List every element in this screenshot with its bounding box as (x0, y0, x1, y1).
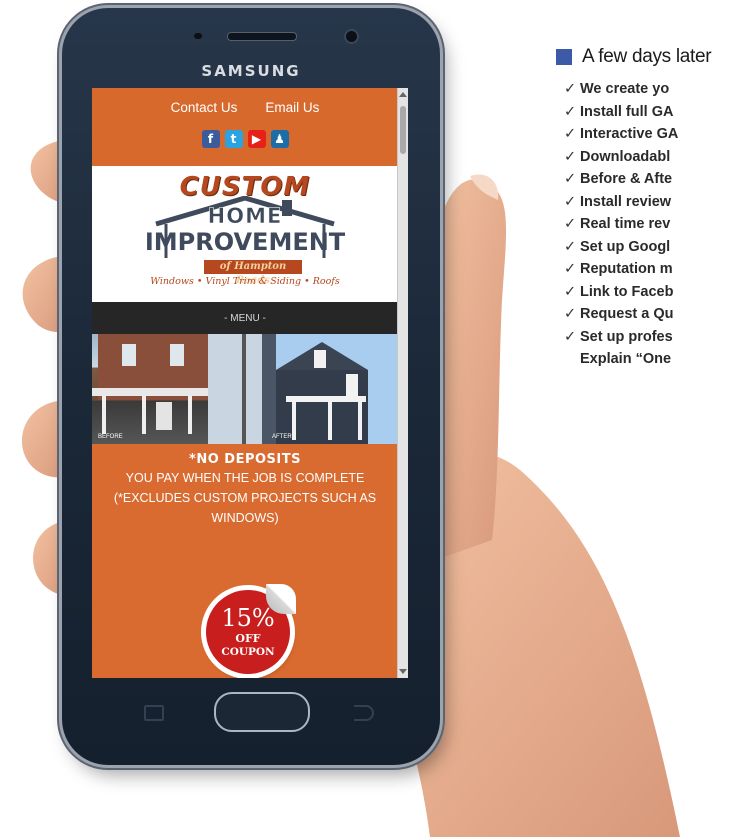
logo-hampton-text: of Hampton Roads (204, 260, 302, 286)
list-item: ✓ Downloadabl (564, 146, 742, 169)
checkmark-icon: ✓ (564, 193, 577, 210)
list-item: ✓ Real time rev (564, 213, 742, 236)
checkmark-icon: ✓ (564, 328, 577, 345)
contact-links: Contact Us Email Us (92, 100, 398, 115)
menu-toggle[interactable]: - MENU - (92, 302, 398, 334)
checkmark-icon: ✓ (564, 81, 577, 97)
email-us-link[interactable]: Email Us (265, 100, 319, 115)
phone-screen: Contact Us Email Us f t ▶ ♟ CUSTOM HOME … (92, 88, 408, 678)
list-item: ✓ Reputation m (564, 258, 742, 281)
checkmark-icon: ✓ (564, 171, 577, 187)
list-item: ✓ Set up Googl (564, 236, 742, 259)
promo-title: *NO DEPOSITS (189, 452, 301, 467)
bbb-icon[interactable]: ♟ (270, 130, 289, 148)
section-title: A few days later (582, 46, 712, 67)
scroll-thumb[interactable] (400, 106, 406, 154)
twitter-icon[interactable]: t (224, 130, 243, 148)
site-logo[interactable]: CUSTOM HOME IMPROVEMENT of Hampton Roads… (92, 166, 398, 302)
promo-line-2: (*EXCLUDES CUSTOM PROJECTS SUCH AS (113, 491, 377, 505)
speaker-grille (227, 32, 297, 41)
site-header: Contact Us Email Us f t ▶ ♟ (92, 88, 398, 166)
feature-list-panel: A few days later ✓ We create yo ✓ Install … (556, 46, 742, 371)
after-label: AFTER (272, 434, 292, 440)
home-button[interactable] (214, 692, 310, 732)
logo-home-text: HOME (207, 204, 283, 229)
youtube-icon[interactable]: ▶ (247, 130, 266, 148)
checkmark-icon: ✓ (564, 283, 577, 300)
facebook-icon[interactable]: f (201, 130, 220, 148)
logo-tagline: Windows • Vinyl Trim & Siding • Roofs (150, 276, 340, 287)
coupon-off: OFF (235, 632, 261, 645)
checkmark-icon: ✓ (564, 238, 577, 255)
before-after-photos: BEFORE AFTER (92, 334, 398, 444)
checkmark-icon: ✓ (564, 126, 577, 142)
recent-apps-icon[interactable] (144, 705, 164, 721)
coupon-badge[interactable]: 15% OFF COUPON (206, 584, 296, 674)
back-icon[interactable] (354, 705, 374, 721)
checkmark-icon: ✓ (564, 103, 577, 120)
list-item: ✓ Request a Qu (564, 303, 742, 326)
coupon-percent: 15% (221, 604, 275, 632)
checkmark-icon: ✓ (564, 148, 577, 165)
scroll-down-arrow-icon[interactable] (399, 669, 407, 674)
promo-section: *NO DEPOSITS YOU PAY WHEN THE JOB IS COM… (92, 444, 398, 527)
phone-device: SAMSUNG Contact Us Email Us f t ▶ ♟ CUST… (62, 8, 440, 765)
checklist: ✓ We create yo ✓ Install full GA ✓ Interact… (564, 78, 742, 371)
list-item: ✓ Before & Afte (564, 168, 742, 191)
checkmark-icon: ✓ (564, 306, 577, 322)
logo-improvement-text: IMPROVEMENT (144, 228, 346, 256)
checkmark-icon: ✓ (564, 261, 577, 277)
list-item: ✓ Interactive GA (564, 123, 742, 146)
list-item: ✓ Set up profes (564, 326, 742, 349)
social-icons: f t ▶ ♟ (92, 130, 398, 148)
section-heading: A few days later (556, 46, 742, 68)
promo-line-3: WINDOWS) (211, 511, 279, 525)
before-label: BEFORE (98, 434, 123, 440)
sensor-icon (194, 33, 202, 39)
scroll-up-arrow-icon[interactable] (399, 92, 407, 97)
phone-brand: SAMSUNG (201, 62, 301, 80)
front-camera-icon (344, 29, 359, 44)
scrollbar[interactable] (397, 88, 408, 678)
after-photo: AFTER (262, 334, 398, 444)
list-item: ✓ Link to Faceb (564, 281, 742, 304)
list-item-continuation: Explain “One (580, 351, 672, 367)
coupon-word: COUPON (221, 646, 275, 658)
contact-us-link[interactable]: Contact Us (171, 100, 238, 115)
bullet-square-icon (556, 49, 572, 65)
checkmark-icon: ✓ (564, 216, 577, 232)
house-before-image (92, 334, 262, 444)
promo-line-1: YOU PAY WHEN THE JOB IS COMPLETE (125, 471, 365, 485)
list-item: ✓ We create yo (564, 78, 742, 101)
list-item: ✓ Install review (564, 191, 742, 214)
before-photo: BEFORE (92, 334, 262, 444)
list-item: ✓ Install full GA (564, 101, 742, 124)
house-after-image (262, 334, 398, 444)
